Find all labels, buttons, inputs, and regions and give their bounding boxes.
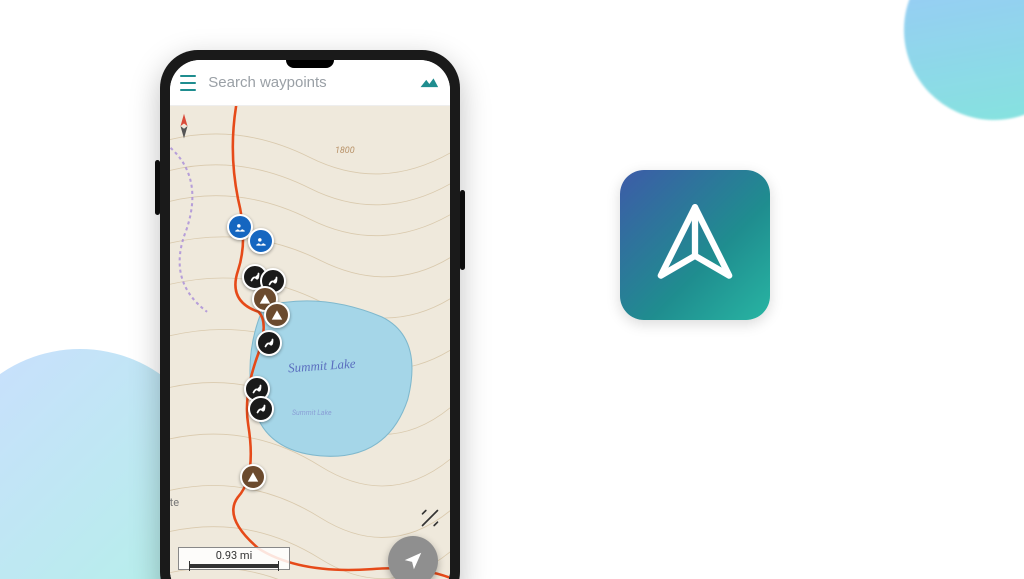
topo-background [170,106,450,579]
tools-icon[interactable] [420,508,440,528]
app-screen: 1800 Summit Lake Summit Lake utte 0.93 m… [170,60,450,579]
compass-icon [175,112,193,142]
navigate-fab[interactable] [388,536,438,579]
map-side-label: utte [170,496,179,509]
menu-icon[interactable] [180,75,196,91]
map-scale-bar: 0.93 mi [178,547,290,570]
decorative-blob-top-right [869,0,1024,155]
waypoint-camp[interactable] [240,464,266,490]
navigate-icon [402,550,424,572]
phone-mockup: 1800 Summit Lake Summit Lake utte 0.93 m… [160,50,460,579]
waypoint-trail[interactable] [248,396,274,422]
layers-icon[interactable] [419,74,440,92]
waypoint-camp[interactable] [264,302,290,328]
scale-label: 0.93 mi [216,550,253,562]
app-logo-tile [620,170,770,320]
phone-speaker [286,60,334,68]
map-canvas[interactable]: 1800 Summit Lake Summit Lake utte 0.93 m… [170,106,450,579]
waypoint-trail[interactable] [256,330,282,356]
lake-sublabel: Summit Lake [292,409,332,417]
contour-elevation-label: 1800 [335,146,355,156]
search-input[interactable] [208,74,407,91]
paper-plane-icon [650,200,740,290]
waypoint-water[interactable] [248,228,274,254]
